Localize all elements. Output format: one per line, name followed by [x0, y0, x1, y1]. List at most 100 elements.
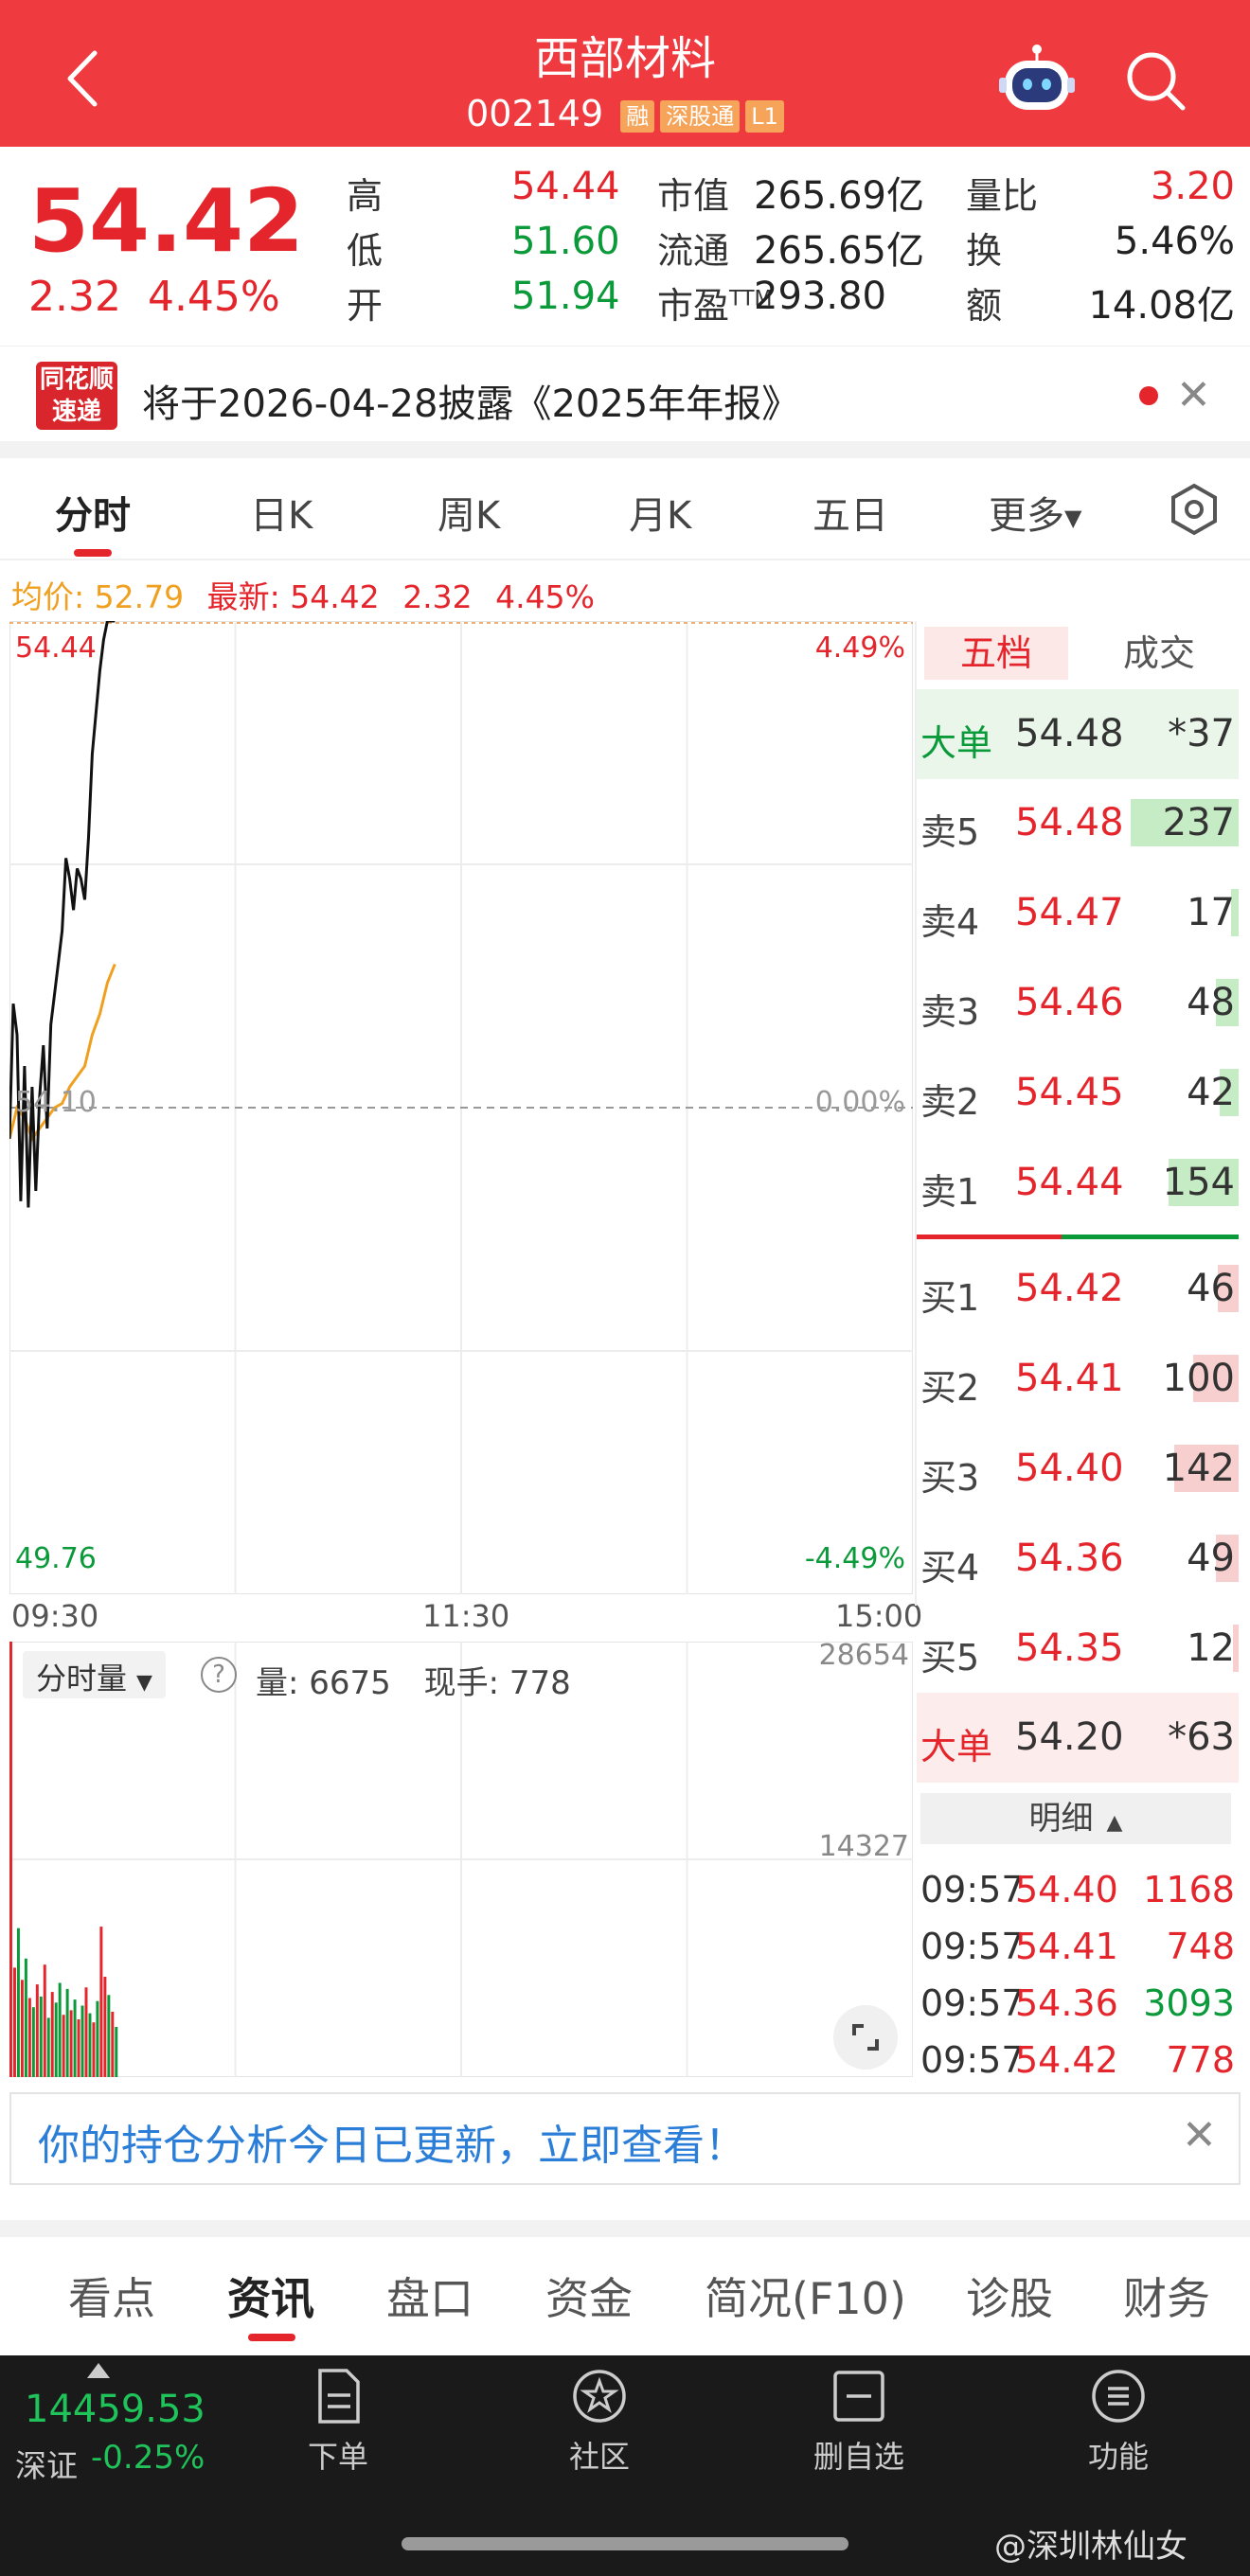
change-percent: 4.45% — [147, 273, 280, 321]
fullscreen-icon[interactable] — [833, 2005, 898, 2070]
volume-bar — [88, 2013, 92, 2077]
big-buy-row[interactable]: 大单 54.20 *63 — [917, 1693, 1239, 1783]
stat-value-float: 265.65亿 — [754, 229, 924, 273]
ask-row[interactable]: 卖1 54.44 154 — [917, 1138, 1239, 1228]
index-value[interactable]: 14459.53 — [25, 2388, 205, 2431]
tab-highlights[interactable]: 看点 — [68, 2265, 155, 2327]
bid-row[interactable]: 买5 54.35 12 — [917, 1604, 1239, 1694]
bid-row[interactable]: 买1 54.42 46 — [917, 1244, 1239, 1334]
intraday-chart[interactable]: 54.44 54.10 49.76 4.49% 0.00% -4.49% — [9, 621, 913, 1594]
ask-row[interactable]: 卖5 54.48 237 — [917, 778, 1239, 868]
volume-bar — [24, 1958, 27, 2077]
trade-time: 09:57 — [920, 1926, 1025, 1967]
tab-daily-k[interactable]: 日K — [250, 485, 312, 540]
volume-bar — [12, 1967, 16, 2077]
help-icon[interactable]: ? — [201, 1657, 237, 1693]
notice-logo: 同花顺 速递 — [36, 362, 117, 430]
nav-community[interactable]: 社区 — [528, 2367, 670, 2477]
bid-volume: 100 — [1162, 1357, 1235, 1400]
expand-up-icon[interactable] — [87, 2363, 110, 2378]
tab-monthly-k[interactable]: 月K — [629, 485, 691, 540]
y-label-mid: 54.10 — [15, 1086, 97, 1119]
nav-order-label: 下单 — [307, 2439, 368, 2475]
stat-label-turnover: 换 — [966, 230, 1003, 272]
banner-text[interactable]: 你的持仓分析今日已更新，立即查看！ — [38, 2111, 746, 2172]
volume-bar — [50, 1992, 54, 2077]
tab-five-day[interactable]: 五日 — [812, 485, 888, 540]
notice-close-icon[interactable]: ✕ — [1176, 371, 1211, 419]
volume-bar — [65, 1988, 69, 2077]
bid-volume: 12 — [1187, 1626, 1235, 1670]
search-icon[interactable] — [1122, 47, 1188, 114]
stat-value-high: 54.44 — [511, 165, 620, 208]
volume-chart[interactable]: 28654 14327 — [9, 1642, 913, 2077]
ask-label: 卖5 — [920, 811, 980, 853]
volume-bar — [43, 1964, 46, 2077]
tab-financials[interactable]: 财务 — [1123, 2265, 1210, 2327]
chart-grid — [9, 621, 913, 1594]
stat-label-mktcap: 市值 — [657, 175, 730, 217]
volume-bar — [77, 2019, 80, 2077]
volume-bar — [35, 1984, 39, 2077]
stat-label-low: 低 — [347, 230, 384, 272]
bid-label: 买3 — [920, 1457, 980, 1499]
tab-intraday[interactable]: 分时 — [55, 485, 131, 540]
ask-price: 54.46 — [1015, 981, 1124, 1024]
tab-more-label: 更多 — [989, 494, 1064, 538]
tab-profile[interactable]: 简况(F10) — [705, 2265, 906, 2327]
tag-margin: 融 — [620, 99, 655, 133]
ask-label: 卖1 — [920, 1171, 980, 1213]
ask-row[interactable]: 卖3 54.46 48 — [917, 958, 1239, 1048]
stat-value-low: 51.60 — [511, 220, 620, 263]
stat-label-open: 开 — [347, 285, 384, 327]
home-indicator[interactable] — [402, 2537, 848, 2550]
nav-functions[interactable]: 功能 — [1047, 2367, 1189, 2477]
settings-hexagon-icon[interactable] — [1168, 483, 1221, 536]
bid-row[interactable]: 买3 54.40 142 — [917, 1424, 1239, 1514]
ask-row[interactable]: 卖4 54.47 17 — [917, 868, 1239, 958]
stat-label-float: 流通 — [657, 230, 730, 272]
trade-volume: 748 — [1166, 1926, 1235, 1967]
banner-close-icon[interactable]: ✕ — [1182, 2111, 1217, 2159]
trade-detail-row: 09:57 54.40 1168 — [917, 1869, 1239, 1926]
tab-weekly-k[interactable]: 周K — [438, 485, 500, 540]
tab-trades[interactable]: 成交 — [1087, 627, 1231, 680]
big-sell-row[interactable]: 大单 54.48 *37 — [917, 689, 1239, 779]
vol-ymax-label: 28654 — [819, 1642, 909, 1672]
tab-diagnosis[interactable]: 诊股 — [966, 2265, 1053, 2327]
latest-change: 2.32 — [402, 578, 473, 615]
robot-assistant-icon[interactable] — [999, 44, 1075, 115]
y-label-bottom: 49.76 — [15, 1542, 97, 1575]
expand-glyph — [852, 2024, 879, 2051]
tab-handicap[interactable]: 盘口 — [386, 2265, 473, 2327]
stat-value-turnover: 5.46% — [1114, 220, 1235, 263]
tab-five-levels[interactable]: 五档 — [924, 627, 1068, 680]
volume-bar — [16, 1928, 20, 2077]
y-label-top: 54.44 — [15, 631, 97, 665]
trade-detail-list[interactable]: 09:5754.3640709:5754.40116809:5754.41748… — [917, 1846, 1239, 2077]
volume-type-dropdown[interactable]: 分时量 ▼ — [23, 1651, 166, 1698]
bid-price: 54.35 — [1015, 1626, 1124, 1670]
tab-more[interactable]: 更多▼ — [989, 485, 1081, 540]
ask-row[interactable]: 卖2 54.45 42 — [917, 1048, 1239, 1138]
volume-bar — [73, 1999, 77, 2077]
nav-remove-watchlist[interactable]: 删自选 — [788, 2367, 930, 2477]
trade-detail-row: 09:5754.36 407 — [917, 1846, 1239, 1869]
big-buy-vol: *63 — [1168, 1715, 1235, 1759]
bid-row[interactable]: 买4 54.36 49 — [917, 1514, 1239, 1604]
ask-label: 卖3 — [920, 991, 980, 1033]
notice-text[interactable]: 将于2026-04-28披露《2025年年报》 — [142, 373, 799, 428]
tab-news[interactable]: 资讯 — [227, 2265, 314, 2327]
last-price: 54.42 — [28, 170, 305, 272]
detail-toggle[interactable]: 明细 ▲ — [920, 1793, 1231, 1844]
tab-capital[interactable]: 资金 — [545, 2265, 633, 2327]
functions-menu-icon — [1092, 2370, 1145, 2423]
x-label-open: 09:30 — [11, 1598, 99, 1634]
nav-order[interactable]: 下单 — [267, 2367, 409, 2477]
pct-label-top: 4.49% — [815, 631, 905, 665]
notice-logo-bottom: 速递 — [51, 398, 101, 426]
bid-row[interactable]: 买2 54.41 100 — [917, 1334, 1239, 1424]
trade-detail-row: 09:57 54.36 3093 — [917, 1982, 1239, 2039]
price-line — [9, 621, 116, 1208]
pct-label-bottom: -4.49% — [805, 1542, 905, 1575]
